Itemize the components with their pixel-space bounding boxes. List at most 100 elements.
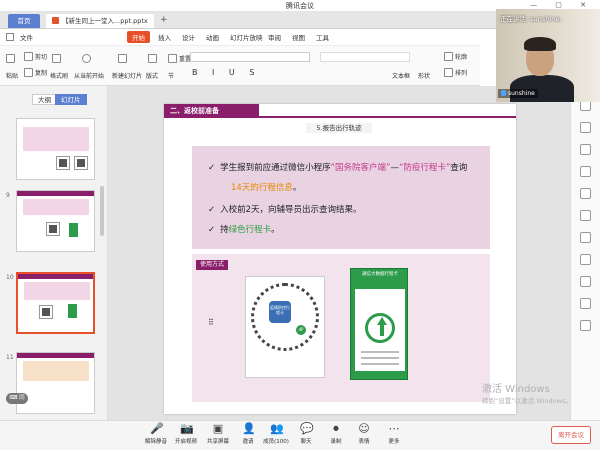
highlight-green-card: 绿色行程卡 (228, 225, 272, 235)
slide-thumbnail[interactable] (16, 352, 95, 414)
floating-keyboard-button[interactable]: ⌨ 同 (6, 393, 28, 404)
bullet-1-text: 学生报到前应通过微信小程序 (220, 163, 331, 173)
reset-button[interactable]: 重置 (168, 54, 191, 63)
text-line (361, 351, 399, 353)
cursor-icon: ⠿ (208, 318, 214, 327)
bullet-3-text: 持 (220, 225, 229, 235)
windows-activation-hint: 转到“设置”以激活 Windows。 (482, 397, 572, 405)
format-painter-label: 格式刷 (50, 73, 69, 80)
panel-scrollbar[interactable] (100, 186, 104, 236)
participant-video[interactable]: 正在讲话: sunshine; sunshine (496, 9, 600, 102)
slide-thumbnail-panel: 大纲 幻灯片 9 10 11 (0, 86, 108, 420)
window-controls[interactable]: — ▢ ✕ (530, 1, 594, 9)
chat-button[interactable]: 💬 聊天 (292, 423, 320, 446)
hamburger-menu-icon[interactable] (6, 33, 14, 41)
shape-label[interactable]: 形状 (418, 71, 430, 80)
menu-design[interactable]: 设计 (182, 32, 195, 42)
slide-thumbnail-selected[interactable] (16, 272, 95, 334)
unmute-label: 解除静音 (144, 439, 167, 445)
emoji-button[interactable]: ☺ 表情 (350, 423, 378, 446)
design-icon[interactable] (580, 122, 591, 133)
menu-start[interactable]: 开始 (127, 31, 150, 43)
qr-center-logo: 疫情防控行程卡 (269, 301, 291, 323)
mic-icon (501, 90, 506, 96)
cut-label: 剪切 (35, 54, 48, 61)
mini-program-qr-code: 疫情防控行程卡 dP (245, 276, 325, 378)
chat-label: 聊天 (300, 439, 312, 445)
tab-document-label: 【新生同上一堂入...ppt.pptx (62, 17, 148, 25)
slide-canvas[interactable]: 二、返校前准备 5.报告出行轨迹 ✓ 学生报到前应通过微信小程序“国务院客户端”—… (164, 104, 516, 414)
outline-button[interactable]: 轮廓 (444, 52, 467, 61)
slide-number: 10 (6, 274, 14, 281)
table-icon[interactable] (580, 298, 591, 309)
share-screen-label: 共享屏幕 (206, 439, 229, 445)
paste-button[interactable] (6, 54, 17, 63)
leave-meeting-button[interactable]: 离开会议 (551, 426, 591, 444)
slide-thumbnail[interactable] (16, 190, 95, 252)
arrange-icon (444, 68, 453, 77)
ppt-file-icon (52, 17, 59, 24)
more-button[interactable]: ⋯ 更多 (380, 423, 408, 446)
record-label: 录制 (330, 439, 342, 445)
ribbon-toolbar: 粘贴 剪切 复制 格式刷 从当前开始 新建幻灯片 版式 节 重置 B I U S… (0, 46, 480, 86)
more-icon[interactable] (580, 254, 591, 265)
menu-view[interactable]: 视图 (292, 32, 305, 42)
unmute-button[interactable]: 🎤 解除静音 (142, 423, 170, 446)
start-video-label: 开启视频 (174, 439, 197, 445)
arrange-button[interactable]: 排列 (444, 68, 467, 77)
section-title: 二、返校前准备 (164, 104, 259, 118)
slide-number: 11 (6, 354, 14, 361)
green-card-body (355, 289, 405, 371)
invite-label: 邀请 (242, 439, 254, 445)
speaking-indicator: 正在讲话: sunshine; (500, 15, 562, 23)
menu-insert[interactable]: 插入 (158, 32, 171, 42)
menu-tools[interactable]: 工具 (316, 32, 329, 42)
help-icon[interactable] (580, 276, 591, 287)
participant-name: sunshine (498, 89, 538, 98)
shape-icon[interactable] (580, 188, 591, 199)
copy-button[interactable]: 复制 (24, 68, 47, 77)
tab-outline[interactable]: 大纲 (32, 94, 57, 105)
font-name-select[interactable] (190, 52, 310, 62)
reset-icon (168, 54, 177, 63)
format-painter-button[interactable] (52, 54, 63, 63)
record-button[interactable]: ⏺ 录制 (322, 423, 350, 446)
instructions-box: ✓ 学生报到前应通过微信小程序“国务院客户端”—“防疫行程卡”查询 14天的行程信… (192, 146, 490, 249)
invite-button[interactable]: 👤 邀请 (234, 423, 262, 446)
section-label[interactable]: 节 (168, 71, 174, 80)
start-video-button[interactable]: 📷 开启视频 (172, 423, 200, 446)
textbox-label[interactable]: 文本框 (392, 71, 410, 80)
slide-thumbnail[interactable] (16, 118, 95, 180)
share-screen-button[interactable]: ▣ 共享屏幕 (204, 423, 232, 446)
refresh-icon[interactable] (580, 320, 591, 331)
settings-icon[interactable] (580, 210, 591, 221)
play-from-current-button[interactable] (82, 54, 93, 63)
share-icon[interactable] (580, 232, 591, 243)
add-tab-icon[interactable]: + (160, 15, 168, 25)
cut-button[interactable]: 剪切 (24, 52, 47, 61)
new-slide-icon (118, 54, 127, 63)
paragraph-tools[interactable] (320, 52, 410, 62)
menu-animation[interactable]: 动画 (206, 32, 219, 42)
tab-slides[interactable]: 幻灯片 (55, 94, 87, 105)
check-icon: ✓ (208, 163, 216, 173)
bullet-3: ✓ 持绿色行程卡。 (208, 224, 280, 237)
layout-icon (148, 54, 157, 63)
tab-home[interactable]: 首页 (8, 14, 40, 28)
layout-button[interactable] (148, 54, 159, 63)
emoji-label: 表情 (358, 439, 370, 445)
menu-slideshow[interactable]: 幻灯片放映 (230, 32, 263, 42)
animation-icon[interactable] (580, 144, 591, 155)
members-button[interactable]: 👥 成员(100) (262, 423, 290, 446)
menu-file[interactable]: 文件 (20, 32, 33, 42)
font-style-buttons[interactable]: B I U S (192, 68, 260, 77)
arrange-label: 排列 (455, 70, 468, 77)
new-slide-button[interactable] (118, 54, 129, 63)
person-hair (524, 37, 556, 51)
menu-review[interactable]: 审阅 (268, 32, 281, 42)
tab-document[interactable]: 【新生同上一堂入...ppt.pptx × (46, 14, 154, 39)
location-icon[interactable] (580, 166, 591, 177)
clipboard-icon (6, 54, 15, 63)
bullet-1-dash: — (390, 163, 399, 173)
outline-icon (444, 52, 453, 61)
